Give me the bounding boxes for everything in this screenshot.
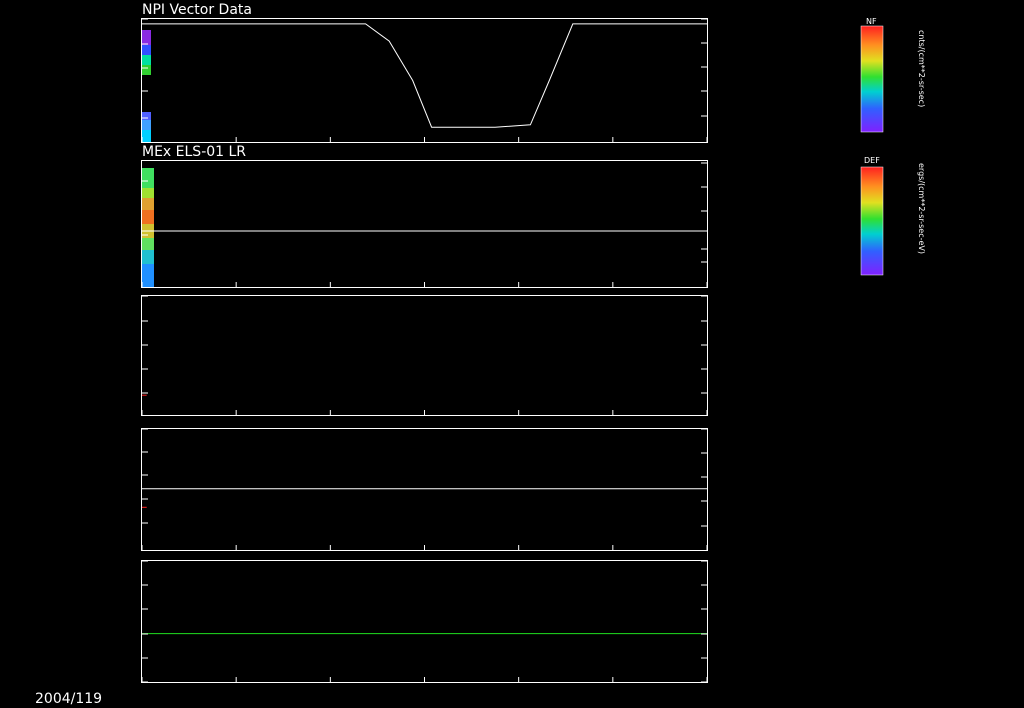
spectrogram-cell <box>142 264 154 287</box>
colorbar-def-unit: ergs/(cm**2-sr-sec-eV) <box>917 163 926 254</box>
panel-2-spectrogram <box>142 168 154 287</box>
time-axis-date: 2004/119 <box>35 691 102 707</box>
spectrogram-cell <box>142 238 154 250</box>
spectrogram-cell <box>142 250 154 264</box>
colorbar-def-title: DEF <box>864 156 880 165</box>
spectrogram-cell <box>142 45 151 55</box>
spectrogram-cell <box>142 188 154 198</box>
spectrogram-cell <box>142 168 154 188</box>
colorbar-nf-gradient <box>860 25 884 133</box>
panel-1-title: NPI Vector Data <box>142 2 252 18</box>
spectrogram-cell <box>142 130 151 142</box>
panel-2-title: MEx ELS-01 LR <box>142 144 246 160</box>
spectrogram-cell <box>142 55 151 65</box>
spectrogram-cell <box>142 112 151 120</box>
spectrogram-cell <box>142 210 154 224</box>
spectrogram-cell <box>142 198 154 210</box>
spectrogram-cell <box>142 30 151 45</box>
plot-canvas: NPI Vector Data MEx ELS-01 LR 2004/119 N… <box>0 0 1024 708</box>
colorbar-nf-title: NF <box>866 17 877 26</box>
spectrogram-cell <box>142 65 151 75</box>
colorbar-nf-unit: cnts/(cm**2-sr-sec) <box>917 30 926 107</box>
spectrogram-cell <box>142 120 151 130</box>
colorbar-def-gradient <box>860 166 884 276</box>
